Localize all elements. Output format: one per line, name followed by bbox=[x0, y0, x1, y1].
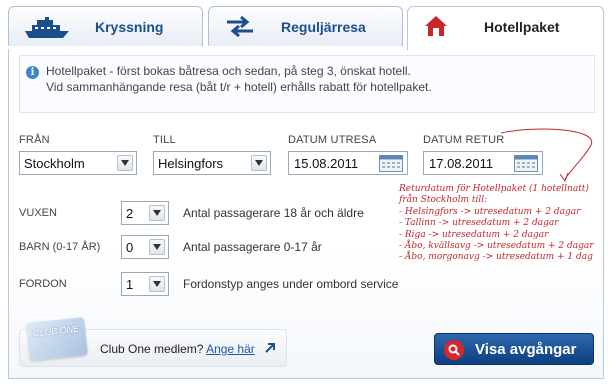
search-icon bbox=[444, 340, 464, 360]
club-one-card-text: CLUB ONE bbox=[32, 323, 80, 339]
search-departures-button[interactable]: Visa avgångar bbox=[434, 333, 594, 365]
chevron-down-icon[interactable] bbox=[251, 155, 267, 171]
return-date-annotation: Returdatum för Hotellpaket (1 hotellnatt… bbox=[399, 184, 594, 263]
ship-icon bbox=[25, 17, 69, 38]
children-label: BARN (0-17 ÅR) bbox=[19, 241, 101, 253]
depart-date-label: DATUM UTRESA bbox=[288, 134, 377, 146]
club-one-text: Club One medlem? Ange här bbox=[100, 342, 255, 356]
to-value: Helsingfors bbox=[158, 156, 224, 171]
info-line: Vid sammanhängande resa (båt t/r + hotel… bbox=[46, 80, 432, 94]
swap-arrows-icon bbox=[227, 15, 253, 37]
vehicle-label: FORDON bbox=[19, 278, 67, 290]
calendar-icon[interactable] bbox=[379, 155, 403, 172]
chevron-down-icon[interactable] bbox=[149, 276, 165, 292]
chevron-down-icon[interactable] bbox=[117, 155, 133, 171]
club-one-link[interactable]: Ange här bbox=[206, 342, 255, 356]
chevron-down-icon[interactable] bbox=[149, 239, 165, 255]
tab-label: Kryssning bbox=[95, 19, 164, 35]
adults-value: 2 bbox=[126, 206, 134, 221]
return-date-value: 17.08.2011 bbox=[429, 156, 494, 171]
children-description: Antal passagerare 0-17 år bbox=[183, 240, 322, 254]
info-box: i Hotellpaket - först bokas båtresa och … bbox=[19, 55, 595, 113]
tab-hotellpaket[interactable]: Hotellpaket bbox=[407, 6, 604, 50]
depart-date-value: 15.08.2011 bbox=[294, 156, 359, 171]
depart-date-input[interactable]: 15.08.2011 bbox=[288, 151, 408, 175]
children-value: 0 bbox=[126, 240, 134, 255]
house-icon bbox=[425, 16, 447, 36]
to-label: TILL bbox=[153, 134, 176, 146]
adults-description: Antal passagerare 18 år och äldre bbox=[183, 206, 364, 220]
from-value: Stockholm bbox=[24, 156, 85, 171]
annotation-arrow bbox=[500, 128, 593, 183]
from-select[interactable]: Stockholm bbox=[19, 151, 137, 175]
tab-reguljarresa[interactable]: Reguljärresa bbox=[208, 6, 403, 46]
from-label: FRÅN bbox=[19, 134, 50, 146]
adults-label: VUXEN bbox=[19, 207, 57, 219]
club-one-card-image: CLUB ONE bbox=[26, 317, 88, 361]
tab-bar: Kryssning Reguljärresa Hotellpaket bbox=[0, 0, 613, 50]
adults-select[interactable]: 2 bbox=[121, 201, 169, 225]
vehicle-select[interactable]: 1 bbox=[121, 272, 169, 296]
tab-label: Reguljärresa bbox=[281, 19, 366, 35]
children-select[interactable]: 0 bbox=[121, 235, 169, 259]
vehicle-value: 1 bbox=[126, 277, 134, 292]
info-line: Hotellpaket - först bokas båtresa och se… bbox=[46, 64, 411, 78]
to-select[interactable]: Helsingfors bbox=[153, 151, 271, 175]
tab-label: Hotellpaket bbox=[484, 19, 560, 35]
booking-panel: i Hotellpaket - först bokas båtresa och … bbox=[8, 49, 604, 379]
club-one-box: CLUB ONE Club One medlem? Ange här bbox=[19, 317, 287, 367]
arrow-up-right-icon[interactable] bbox=[264, 342, 276, 354]
info-icon: i bbox=[26, 66, 39, 79]
vehicle-description: Fordonstyp anges under ombord service bbox=[183, 277, 399, 291]
tab-kryssning[interactable]: Kryssning bbox=[8, 6, 203, 46]
club-one-question: Club One medlem? bbox=[100, 342, 204, 356]
chevron-down-icon[interactable] bbox=[149, 205, 165, 221]
return-date-label: DATUM RETUR bbox=[423, 134, 505, 146]
search-button-label: Visa avgångar bbox=[475, 341, 577, 358]
info-text: Hotellpaket - först bokas båtresa och se… bbox=[46, 63, 432, 95]
